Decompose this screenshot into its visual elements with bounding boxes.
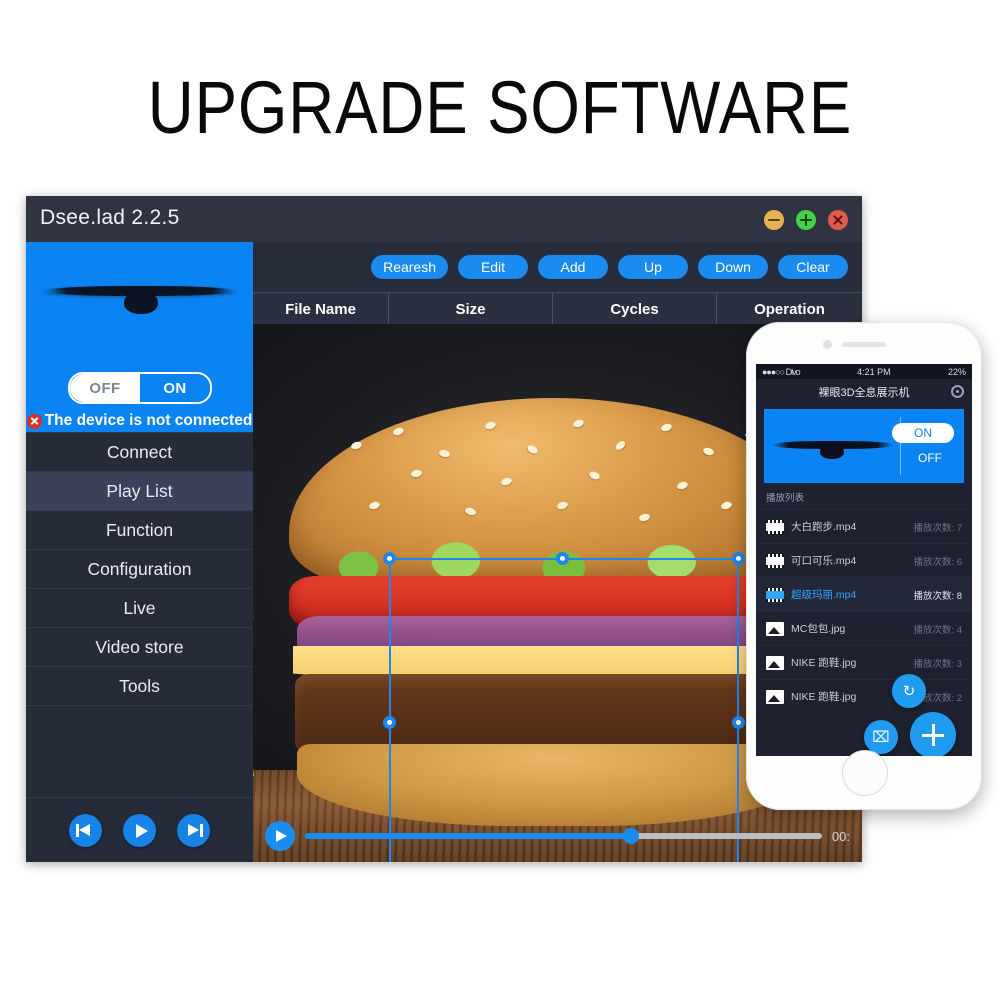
sidebar-item-video-store[interactable]: Video store (26, 628, 253, 667)
column-header-cycles[interactable]: Cycles (553, 293, 717, 325)
next-track-button[interactable] (177, 813, 210, 847)
phone-clock: 4:21 PM (857, 366, 891, 377)
list-item-name: 超级玛丽.mp4 (791, 589, 857, 601)
phone-playlist-label: 播放列表 (766, 493, 805, 504)
page-title: UPGRADE SOFTWARE (147, 66, 853, 149)
selection-handle-top-center[interactable] (556, 552, 569, 565)
column-header-file-name[interactable]: File Name (253, 293, 389, 325)
power-toggle[interactable]: OFF ON (68, 372, 212, 404)
phone-toggle-on[interactable]: ON (892, 423, 954, 443)
video-file-icon (766, 553, 784, 568)
error-x-icon (26, 413, 42, 429)
trash-icon: ⌧ (872, 728, 890, 746)
image-file-icon (766, 621, 784, 636)
list-item-count: 播放次数: 6 (913, 556, 962, 568)
image-file-icon (766, 689, 784, 704)
list-item[interactable]: MC包包.jpg 播放次数: 4 (756, 611, 972, 645)
clear-button[interactable]: Clear (778, 255, 848, 279)
window-controls (764, 210, 848, 230)
list-item[interactable]: 超级玛丽.mp4 播放次数: 8 (756, 577, 972, 611)
phone-carrier: ●●●○○ Divo (762, 366, 801, 377)
list-item[interactable]: NIKE 跑鞋.jpg 播放次数: 2 (756, 679, 972, 713)
image-file-icon (766, 655, 784, 670)
list-item[interactable]: 可口可乐.mp4 播放次数: 6 (756, 543, 972, 577)
up-button[interactable]: Up (618, 255, 688, 279)
player-progress-bar: 00: (253, 810, 862, 862)
phone-home-button[interactable] (842, 750, 888, 796)
list-item-count: 播放次数: 3 (913, 658, 962, 670)
previous-track-button[interactable] (69, 813, 102, 847)
app-window: Dsee.lad 2.2.5 OFF ON The device is not … (26, 196, 862, 862)
list-item-name: 大白跑步.mp4 (791, 521, 857, 533)
sidebar-item-tools[interactable]: Tools (26, 667, 253, 706)
playlist-toolbar: Rearesh Edit Add Up Down Clear (253, 242, 862, 292)
selection-handle-top-right[interactable] (732, 552, 745, 565)
list-item-name: 可口可乐.mp4 (791, 555, 857, 567)
down-button[interactable]: Down (698, 255, 768, 279)
gear-icon[interactable] (951, 385, 964, 398)
add-button[interactable]: Add (538, 255, 608, 279)
connection-status: The device is not connected (26, 412, 252, 430)
toggle-off-label[interactable]: OFF (70, 374, 140, 402)
edit-button[interactable]: Edit (458, 255, 528, 279)
sidebar-item-connect[interactable]: Connect (26, 432, 253, 472)
delete-fab-button[interactable]: ⌧ (864, 720, 898, 754)
list-item-name: NIKE 跑鞋.jpg (791, 691, 857, 703)
phone-device-hero: ON OFF (764, 409, 964, 483)
app-title: Dsee.lad 2.2.5 (40, 206, 180, 229)
minimize-button[interactable] (764, 210, 784, 230)
list-item[interactable]: 大白跑步.mp4 播放次数: 7 (756, 509, 972, 543)
column-header-size[interactable]: Size (389, 293, 553, 325)
selection-handle-middle-left[interactable] (383, 716, 396, 729)
list-item-name: MC包包.jpg (791, 623, 846, 635)
transport-controls (26, 797, 253, 862)
seek-fill (305, 833, 631, 839)
list-item-count: 播放次数: 8 (913, 590, 962, 602)
list-item-name: NIKE 跑鞋.jpg (791, 657, 857, 669)
close-button[interactable] (828, 210, 848, 230)
phone-nav-title: 裸眼3D全息展示机 (818, 387, 910, 399)
phone-screen: ●●●○○ Divo 4:21 PM 22% 裸眼3D全息展示机 ON OFF … (756, 364, 972, 756)
sidebar-item-function[interactable]: Function (26, 511, 253, 550)
sidebar-menu: Connect Play List Function Configuration… (26, 432, 253, 706)
phone-status-bar: ●●●○○ Divo 4:21 PM 22% (756, 364, 972, 379)
list-item-count: 播放次数: 4 (913, 624, 962, 636)
page-root: UPGRADE SOFTWARE Dsee.lad 2.2.5 OFF ON T… (0, 0, 1000, 1000)
stage-play-button[interactable] (265, 821, 295, 851)
holographic-fan-icon (44, 278, 236, 318)
table-header-row: File Name Size Cycles Operation (253, 292, 862, 326)
phone-speaker (842, 342, 886, 347)
maximize-button[interactable] (796, 210, 816, 230)
phone-navbar: 裸眼3D全息展示机 (756, 379, 972, 405)
video-file-icon (766, 519, 784, 534)
plus-icon (922, 724, 944, 746)
sidebar-item-play-list[interactable]: Play List (26, 472, 253, 511)
video-file-icon (766, 587, 784, 602)
add-fab-button[interactable] (910, 712, 956, 756)
device-status-panel: OFF ON The device is not connected SD ca… (26, 242, 253, 432)
selection-handle-middle-right[interactable] (732, 716, 745, 729)
seek-track[interactable] (305, 828, 822, 844)
selection-handle-top-left[interactable] (383, 552, 396, 565)
playback-time: 00: (831, 828, 850, 844)
sync-icon: ↻ (902, 682, 916, 700)
phone-mockup: ●●●○○ Divo 4:21 PM 22% 裸眼3D全息展示机 ON OFF … (746, 322, 982, 810)
phone-battery: 22% (947, 366, 966, 377)
phone-toggle-off[interactable]: OFF (918, 451, 942, 465)
seek-knob[interactable] (622, 828, 639, 844)
sidebar-item-live[interactable]: Live (26, 589, 253, 628)
connection-status-text: The device is not connected (44, 412, 253, 429)
column-header-operation[interactable]: Operation (717, 293, 862, 325)
sync-fab-button[interactable]: ↻ (892, 674, 926, 708)
window-titlebar: Dsee.lad 2.2.5 (26, 196, 862, 242)
toggle-on-label[interactable]: ON (140, 374, 210, 402)
list-item[interactable]: NIKE 跑鞋.jpg 播放次数: 3 (756, 645, 972, 679)
sidebar-item-configuration[interactable]: Configuration (26, 550, 253, 589)
sidebar: OFF ON The device is not connected SD ca… (26, 242, 253, 862)
phone-camera-icon (823, 340, 832, 349)
play-button[interactable] (123, 813, 156, 847)
refresh-button[interactable]: Rearesh (371, 255, 448, 279)
list-item-count: 播放次数: 7 (913, 522, 962, 534)
